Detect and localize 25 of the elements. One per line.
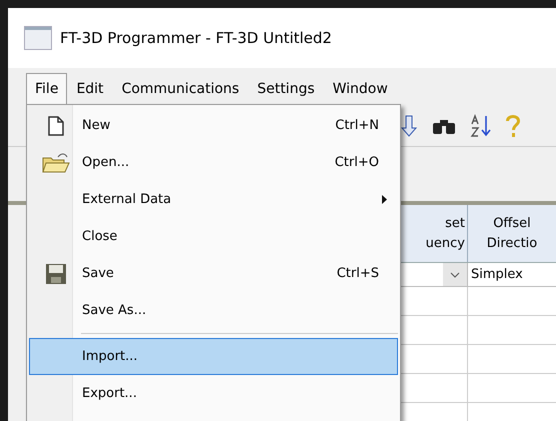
- shortcut-label: Ctrl+O: [334, 154, 380, 172]
- document-icon: [48, 116, 64, 136]
- shortcut-label: Ctrl+N: [335, 116, 380, 135]
- window-icon: [24, 26, 52, 50]
- window-title: FT-3D Programmer - FT-3D Untitled2: [60, 28, 332, 49]
- menu-item[interactable]: Open... Ctrl+O: [29, 144, 398, 181]
- folder-icon: [42, 152, 70, 174]
- table-cell-text: Simplex: [470, 266, 524, 284]
- shortcut-label: Ctrl+S: [336, 264, 380, 283]
- menu-item[interactable]: Export...: [29, 375, 398, 412]
- menu-item[interactable]: Save As...: [29, 292, 398, 329]
- chevron-down-icon: [450, 272, 460, 278]
- sort-icon: [470, 114, 492, 138]
- menu-bar-item[interactable]: Communications: [112, 73, 248, 105]
- menu-bar-item[interactable]: Settings: [248, 73, 324, 105]
- dropdown-toggle[interactable]: [443, 263, 467, 286]
- menu-item[interactable]: New Ctrl+N: [29, 107, 398, 144]
- column-header: Offsel Directio: [486, 214, 538, 252]
- menu-item[interactable]: Import...: [29, 338, 398, 375]
- help-icon: [506, 114, 520, 136]
- menu-bar-item[interactable]: Edit: [67, 73, 113, 105]
- submenu-arrow-icon: [382, 195, 387, 204]
- down-arrow-icon: [400, 114, 418, 136]
- menu-bar-item[interactable]: File: [26, 73, 68, 105]
- menu-bar-item[interactable]: Window: [324, 73, 397, 105]
